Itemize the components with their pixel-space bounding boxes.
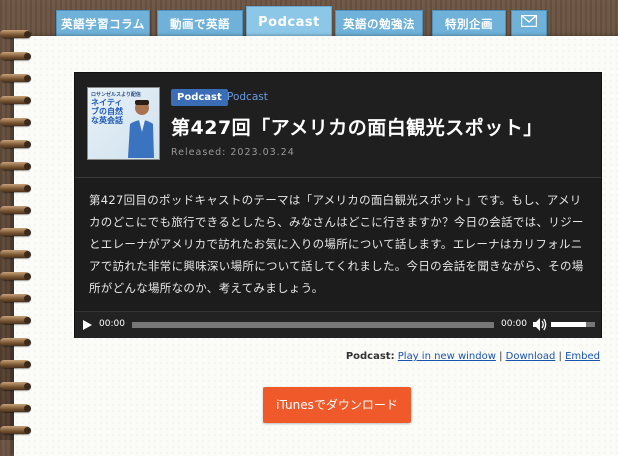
binder-hole	[24, 295, 31, 302]
binder-hole	[24, 251, 31, 258]
tab-video-english[interactable]: 動画で英語	[157, 10, 243, 38]
mail-icon	[521, 15, 537, 27]
episode-thumbnail: ロサンゼルスより配信 ネイティブの自然な英会話	[87, 87, 160, 160]
binder-hole	[24, 383, 31, 390]
binder-hole	[24, 229, 31, 236]
tab-english-column[interactable]: 英語学習コラム	[56, 10, 150, 38]
embed-link[interactable]: Embed	[565, 351, 600, 362]
binder-hole	[24, 317, 31, 324]
episode-title: 第427回「アメリカの面白観光スポット」	[171, 117, 543, 139]
binder-hole	[24, 75, 31, 82]
progress-slider[interactable]	[132, 322, 494, 328]
host-photo	[128, 100, 154, 158]
current-time: 00:00	[99, 319, 125, 329]
play-in-new-window-link[interactable]: Play in new window	[398, 351, 496, 362]
binder-hole	[24, 207, 31, 214]
episode-description: 第427回目のポッドキャストのテーマは「アメリカの面白観光スポット」です。もし、…	[89, 193, 584, 295]
tab-label: Podcast	[258, 15, 320, 30]
download-link[interactable]: Download	[506, 351, 556, 362]
duration: 00:00	[501, 319, 527, 329]
binder-hole	[24, 361, 31, 368]
binder-hole	[24, 185, 31, 192]
links-label: Podcast:	[345, 351, 395, 362]
separator: |	[495, 351, 506, 362]
tab-label: 英語の勉強法	[343, 17, 415, 31]
binder-hole	[24, 405, 31, 412]
binder-hole	[24, 97, 31, 104]
episode-header: ロサンゼルスより配信 ネイティブの自然な英会話 Podcast Podcast …	[75, 73, 601, 178]
binder-hole	[24, 53, 31, 60]
volume-slider[interactable]	[551, 322, 595, 327]
separator: |	[555, 351, 566, 362]
tab-label: 特別企画	[445, 17, 493, 31]
play-icon[interactable]	[83, 320, 92, 330]
tab-study-method[interactable]: 英語の勉強法	[335, 10, 423, 38]
release-date: Released: 2023.03.24	[171, 147, 295, 158]
category-badge[interactable]: Podcast	[171, 89, 228, 106]
category-link[interactable]: Podcast	[227, 91, 268, 103]
tab-mail[interactable]	[511, 10, 547, 38]
audio-player: 00:00 00:00	[75, 311, 601, 338]
podcast-links: Podcast: Play in new window | Download |…	[346, 351, 600, 362]
tab-label: 英語学習コラム	[61, 17, 145, 31]
volume-icon[interactable]	[533, 318, 547, 331]
binder-hole	[24, 141, 31, 148]
notebook-rings	[0, 30, 34, 440]
podcast-episode-card: ロサンゼルスより配信 ネイティブの自然な英会話 Podcast Podcast …	[74, 72, 602, 338]
binder-hole	[24, 119, 31, 126]
itunes-download-button[interactable]: iTunesでダウンロード	[263, 387, 411, 423]
volume-level	[551, 322, 587, 327]
binder-hole	[24, 427, 31, 434]
thumbnail-title: ネイティブの自然な英会話	[91, 98, 123, 125]
binder-hole	[24, 31, 31, 38]
tab-special[interactable]: 特別企画	[432, 10, 506, 38]
binder-hole	[24, 163, 31, 170]
tab-label: 動画で英語	[170, 17, 230, 31]
binder-hole	[24, 273, 31, 280]
binder-hole	[24, 339, 31, 346]
